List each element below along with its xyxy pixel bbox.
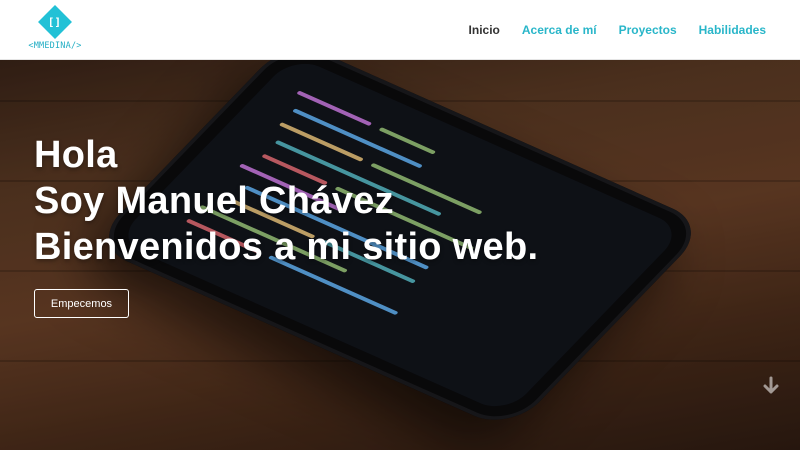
nav-item-acerca[interactable]: Acerca de mí <box>522 23 597 37</box>
nav-item-inicio[interactable]: Inicio <box>469 23 500 37</box>
site-header: [] <MMEDINA/> Inicio Acerca de mí Proyec… <box>0 0 800 60</box>
hero-line-greeting: Hola <box>34 134 118 176</box>
main-nav: Inicio Acerca de mí Proyectos Habilidade… <box>469 0 766 60</box>
arrow-down-icon[interactable] <box>760 375 782 397</box>
hero-line-welcome: Bienvenidos a mi sitio web. <box>34 226 539 268</box>
logo-glyph: [] <box>48 15 62 29</box>
hero-line-name: Soy Manuel Chávez <box>34 180 394 222</box>
hero-heading: Hola Soy Manuel Chávez Bienvenidos a mi … <box>34 132 538 270</box>
nav-item-habilidades[interactable]: Habilidades <box>699 23 766 37</box>
hero-section: Hola Soy Manuel Chávez Bienvenidos a mi … <box>0 60 800 450</box>
logo-text: <MMEDINA/> <box>28 41 82 51</box>
start-button[interactable]: Empecemos <box>34 289 129 318</box>
nav-item-proyectos[interactable]: Proyectos <box>619 23 677 37</box>
logo-diamond-icon: [] <box>38 5 72 39</box>
site-logo[interactable]: [] <MMEDINA/> <box>22 5 88 54</box>
